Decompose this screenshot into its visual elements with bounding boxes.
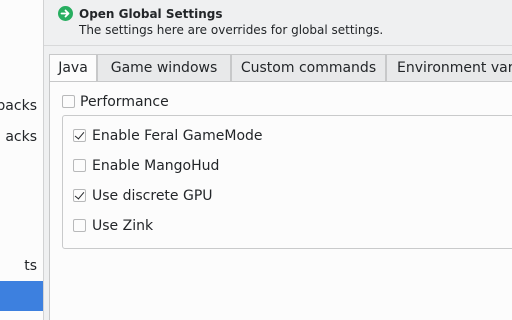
zink-label: Use Zink: [92, 218, 154, 234]
mangohud-label: Enable MangoHud: [92, 158, 220, 174]
feral-gamemode-label: Enable Feral GameMode: [92, 128, 263, 144]
tab-label: Environment varia: [397, 60, 512, 76]
settings-page: Open Global Settings The settings here a…: [44, 0, 512, 320]
discrete-gpu-label: Use discrete GPU: [92, 188, 213, 204]
tab-label: Java: [58, 60, 88, 76]
sidebar-item-selected[interactable]: [0, 281, 43, 311]
tab-label: Game windows: [110, 60, 218, 76]
sidebar-item-label: acks: [5, 129, 37, 145]
sidebar-item-ts[interactable]: ts: [0, 251, 43, 281]
discrete-gpu-checkbox[interactable]: [73, 189, 86, 202]
sidebar-item-acks[interactable]: acks: [0, 122, 43, 152]
zink-checkbox[interactable]: [73, 219, 86, 232]
tab-environment-variables[interactable]: Environment varia: [386, 54, 512, 81]
tab-java[interactable]: Java: [49, 54, 97, 82]
sidebar-item-label: packs: [0, 98, 37, 114]
tab-custom-commands[interactable]: Custom commands: [231, 54, 386, 81]
performance-checkbox[interactable]: [62, 95, 75, 108]
mangohud-checkbox[interactable]: [73, 159, 86, 172]
tab-bar-border: [49, 81, 512, 82]
banner-subtitle: The settings here are overrides for glob…: [79, 23, 384, 37]
divider: [44, 45, 512, 46]
sidebar-item-label: ts: [24, 258, 37, 274]
performance-label: Performance: [80, 94, 169, 110]
tab-game-windows[interactable]: Game windows: [97, 54, 231, 81]
tab-label: Custom commands: [240, 60, 377, 76]
sidebar: packs acks ts: [0, 0, 44, 320]
arrow-right-circle-icon[interactable]: [58, 6, 73, 21]
feral-gamemode-checkbox[interactable]: [73, 129, 86, 142]
open-global-settings-link[interactable]: Open Global Settings: [79, 6, 222, 22]
sidebar-item-packs[interactable]: packs: [0, 91, 43, 121]
